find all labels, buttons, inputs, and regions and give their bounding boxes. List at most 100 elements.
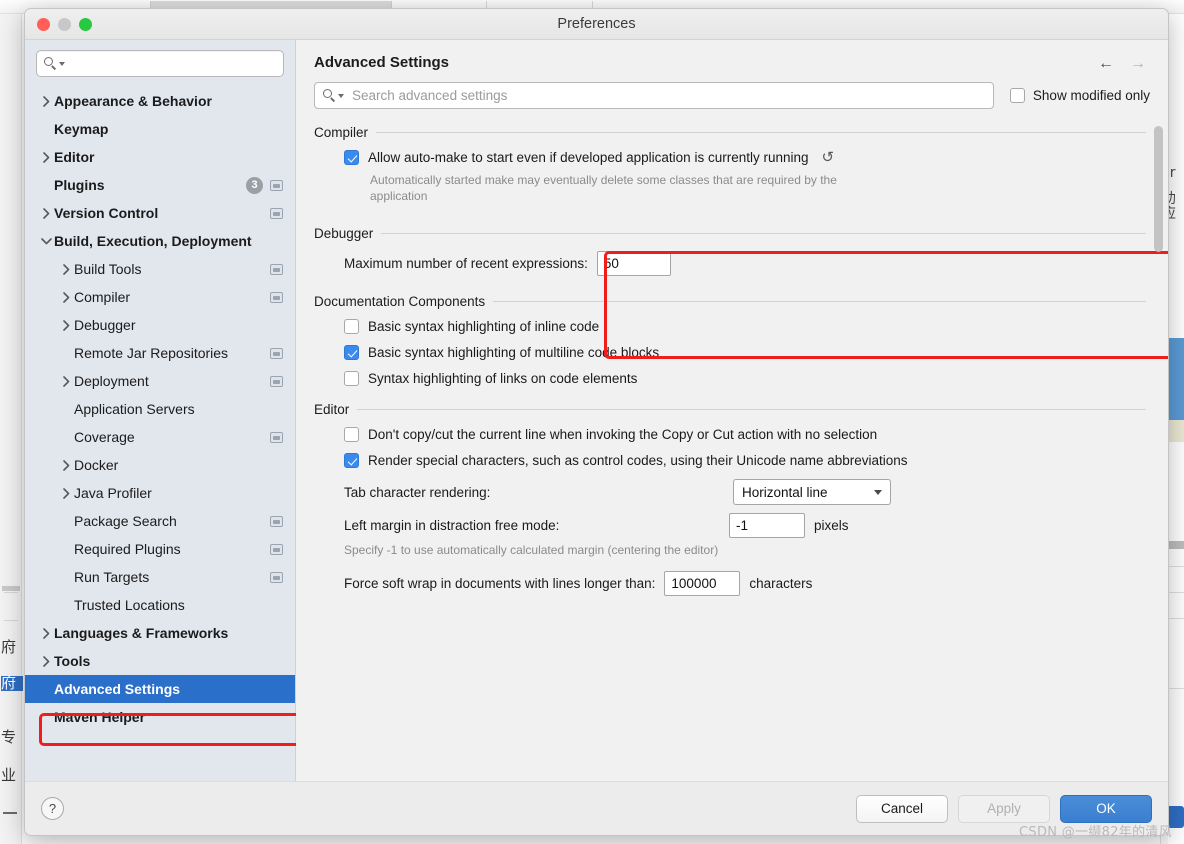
ok-button[interactable]: OK bbox=[1060, 795, 1152, 823]
background-left-char: 业 bbox=[1, 768, 23, 783]
sidebar-item-languages-frameworks[interactable]: Languages & Frameworks bbox=[25, 619, 295, 647]
help-button[interactable]: ? bbox=[41, 797, 64, 820]
option-label: Render special characters, such as contr… bbox=[368, 453, 908, 468]
sidebar-item-label: Tools bbox=[54, 653, 283, 669]
checkbox-allow-auto-make-to-start-even-if-develop[interactable] bbox=[344, 150, 359, 165]
settings-main-panel: Advanced Settings ← → Show modified only bbox=[296, 40, 1168, 781]
project-scope-icon bbox=[270, 264, 283, 275]
preferences-dialog: Preferences Appearance & BehaviorKeymapE… bbox=[24, 8, 1169, 836]
option-row[interactable]: Render special characters, such as contr… bbox=[344, 453, 1146, 468]
input-left-margin-in-distraction-free-mode[interactable] bbox=[729, 513, 805, 538]
chevron-right-icon[interactable] bbox=[39, 96, 54, 107]
settings-tree[interactable]: Appearance & Behavior KeymapEditorPlugins… bbox=[25, 85, 295, 781]
main-scrollbar-thumb[interactable] bbox=[1154, 126, 1163, 252]
advanced-search-input[interactable] bbox=[350, 83, 985, 108]
input-force-soft-wrap-in-documents-with-lines-[interactable] bbox=[664, 571, 740, 596]
field-row: Left margin in distraction free mode:pix… bbox=[344, 513, 1146, 538]
sidebar-item-required-plugins[interactable]: Required Plugins bbox=[25, 535, 295, 563]
background-left-strip bbox=[0, 14, 22, 844]
advanced-search-box[interactable] bbox=[314, 82, 994, 109]
sidebar-item-deployment[interactable]: Deployment bbox=[25, 367, 295, 395]
project-scope-icon bbox=[270, 544, 283, 555]
section-divider bbox=[357, 409, 1146, 410]
sidebar-item-java-profiler[interactable]: Java Profiler bbox=[25, 479, 295, 507]
chevron-right-icon[interactable] bbox=[39, 628, 54, 639]
section-title: Debugger bbox=[314, 226, 373, 241]
show-modified-only-checkbox[interactable] bbox=[1010, 88, 1025, 103]
minimize-window-button[interactable] bbox=[58, 18, 71, 31]
section-title: Editor bbox=[314, 402, 349, 417]
sidebar-item-maven-helper[interactable]: Maven Helper bbox=[25, 703, 295, 731]
chevron-right-icon[interactable] bbox=[59, 292, 74, 303]
section-header: Debugger bbox=[314, 226, 1146, 241]
main-scrollbar[interactable] bbox=[1154, 126, 1163, 836]
section-divider bbox=[376, 132, 1146, 133]
footer-buttons: Cancel Apply OK bbox=[856, 795, 1152, 823]
sidebar-item-application-servers[interactable]: Application Servers bbox=[25, 395, 295, 423]
checkbox-syntax-highlighting-of-links-on-code-ele[interactable] bbox=[344, 371, 359, 386]
sidebar-search-input[interactable] bbox=[70, 51, 276, 76]
sidebar-item-run-targets[interactable]: Run Targets bbox=[25, 563, 295, 591]
dialog-title: Preferences bbox=[25, 16, 1168, 32]
sidebar-item-appearance-behavior[interactable]: Appearance & Behavior bbox=[25, 87, 295, 115]
forward-arrow-icon[interactable]: → bbox=[1130, 56, 1146, 72]
background-rule bbox=[1168, 688, 1184, 689]
chevron-right-icon[interactable] bbox=[59, 320, 74, 331]
input-maximum-number-of-recent-expressions[interactable] bbox=[597, 251, 671, 276]
section-divider bbox=[493, 301, 1146, 302]
chevron-down-icon[interactable] bbox=[338, 94, 344, 98]
sidebar-item-debugger[interactable]: Debugger bbox=[25, 311, 295, 339]
chevron-down-icon[interactable] bbox=[39, 238, 54, 245]
field-unit: characters bbox=[749, 576, 812, 591]
sidebar-item-editor[interactable]: Editor bbox=[25, 143, 295, 171]
sidebar-item-label: Coverage bbox=[74, 429, 270, 445]
chevron-right-icon[interactable] bbox=[59, 376, 74, 387]
option-row[interactable]: Basic syntax highlighting of inline code bbox=[344, 319, 1146, 334]
sidebar-item-label: Java Profiler bbox=[74, 485, 283, 501]
back-arrow-icon[interactable]: ← bbox=[1098, 56, 1114, 72]
sidebar-item-package-search[interactable]: Package Search bbox=[25, 507, 295, 535]
sidebar-item-label: Debugger bbox=[74, 317, 283, 333]
sidebar-item-plugins[interactable]: Plugins3 bbox=[25, 171, 295, 199]
sidebar-item-remote-jar-repositories[interactable]: Remote Jar Repositories bbox=[25, 339, 295, 367]
option-label: Don't copy/cut the current line when inv… bbox=[368, 427, 877, 442]
settings-scroll-area[interactable]: CompilerAllow auto-make to start even if… bbox=[296, 109, 1168, 781]
cancel-button[interactable]: Cancel bbox=[856, 795, 948, 823]
sidebar-item-compiler[interactable]: Compiler bbox=[25, 283, 295, 311]
sidebar-item-advanced-settings[interactable]: Advanced Settings bbox=[25, 675, 295, 703]
sidebar-item-keymap[interactable]: Keymap bbox=[25, 115, 295, 143]
chevron-down-icon[interactable] bbox=[874, 490, 882, 495]
chevron-right-icon[interactable] bbox=[39, 152, 54, 163]
checkbox-don-t-copy-cut-the-current-line-when-inv[interactable] bbox=[344, 427, 359, 442]
option-row[interactable]: Basic syntax highlighting of multiline c… bbox=[344, 345, 1146, 360]
zoom-window-button[interactable] bbox=[79, 18, 92, 31]
sidebar-item-label: Appearance & Behavior bbox=[54, 93, 283, 109]
chevron-right-icon[interactable] bbox=[39, 656, 54, 667]
sidebar-item-version-control[interactable]: Version Control bbox=[25, 199, 295, 227]
sidebar-search-box[interactable] bbox=[36, 50, 284, 77]
chevron-down-icon[interactable] bbox=[59, 62, 65, 66]
revert-icon[interactable]: ↺ bbox=[822, 150, 835, 165]
sidebar-item-build-execution-deployment[interactable]: Build, Execution, Deployment bbox=[25, 227, 295, 255]
sidebar-item-coverage[interactable]: Coverage bbox=[25, 423, 295, 451]
chevron-right-icon[interactable] bbox=[59, 460, 74, 471]
option-row[interactable]: Don't copy/cut the current line when inv… bbox=[344, 427, 1146, 442]
background-cream-marker bbox=[1168, 420, 1184, 442]
checkbox-basic-syntax-highlighting-of-inline-code[interactable] bbox=[344, 319, 359, 334]
chevron-right-icon[interactable] bbox=[59, 264, 74, 275]
sidebar-item-build-tools[interactable]: Build Tools bbox=[25, 255, 295, 283]
main-header: Advanced Settings ← → bbox=[296, 40, 1168, 72]
option-label: Basic syntax highlighting of multiline c… bbox=[368, 345, 659, 360]
combo-tab-character-rendering[interactable]: Horizontal line bbox=[733, 479, 891, 505]
sidebar-item-docker[interactable]: Docker bbox=[25, 451, 295, 479]
checkbox-basic-syntax-highlighting-of-multiline-c[interactable] bbox=[344, 345, 359, 360]
option-row[interactable]: Syntax highlighting of links on code ele… bbox=[344, 371, 1146, 386]
option-row[interactable]: Allow auto-make to start even if develop… bbox=[344, 150, 1146, 165]
close-window-button[interactable] bbox=[37, 18, 50, 31]
chevron-right-icon[interactable] bbox=[59, 488, 74, 499]
sidebar-item-tools[interactable]: Tools bbox=[25, 647, 295, 675]
chevron-right-icon[interactable] bbox=[39, 208, 54, 219]
sidebar-item-trusted-locations[interactable]: Trusted Locations bbox=[25, 591, 295, 619]
show-modified-only-row[interactable]: Show modified only bbox=[1010, 88, 1150, 103]
checkbox-render-special-characters-such-as-contro[interactable] bbox=[344, 453, 359, 468]
